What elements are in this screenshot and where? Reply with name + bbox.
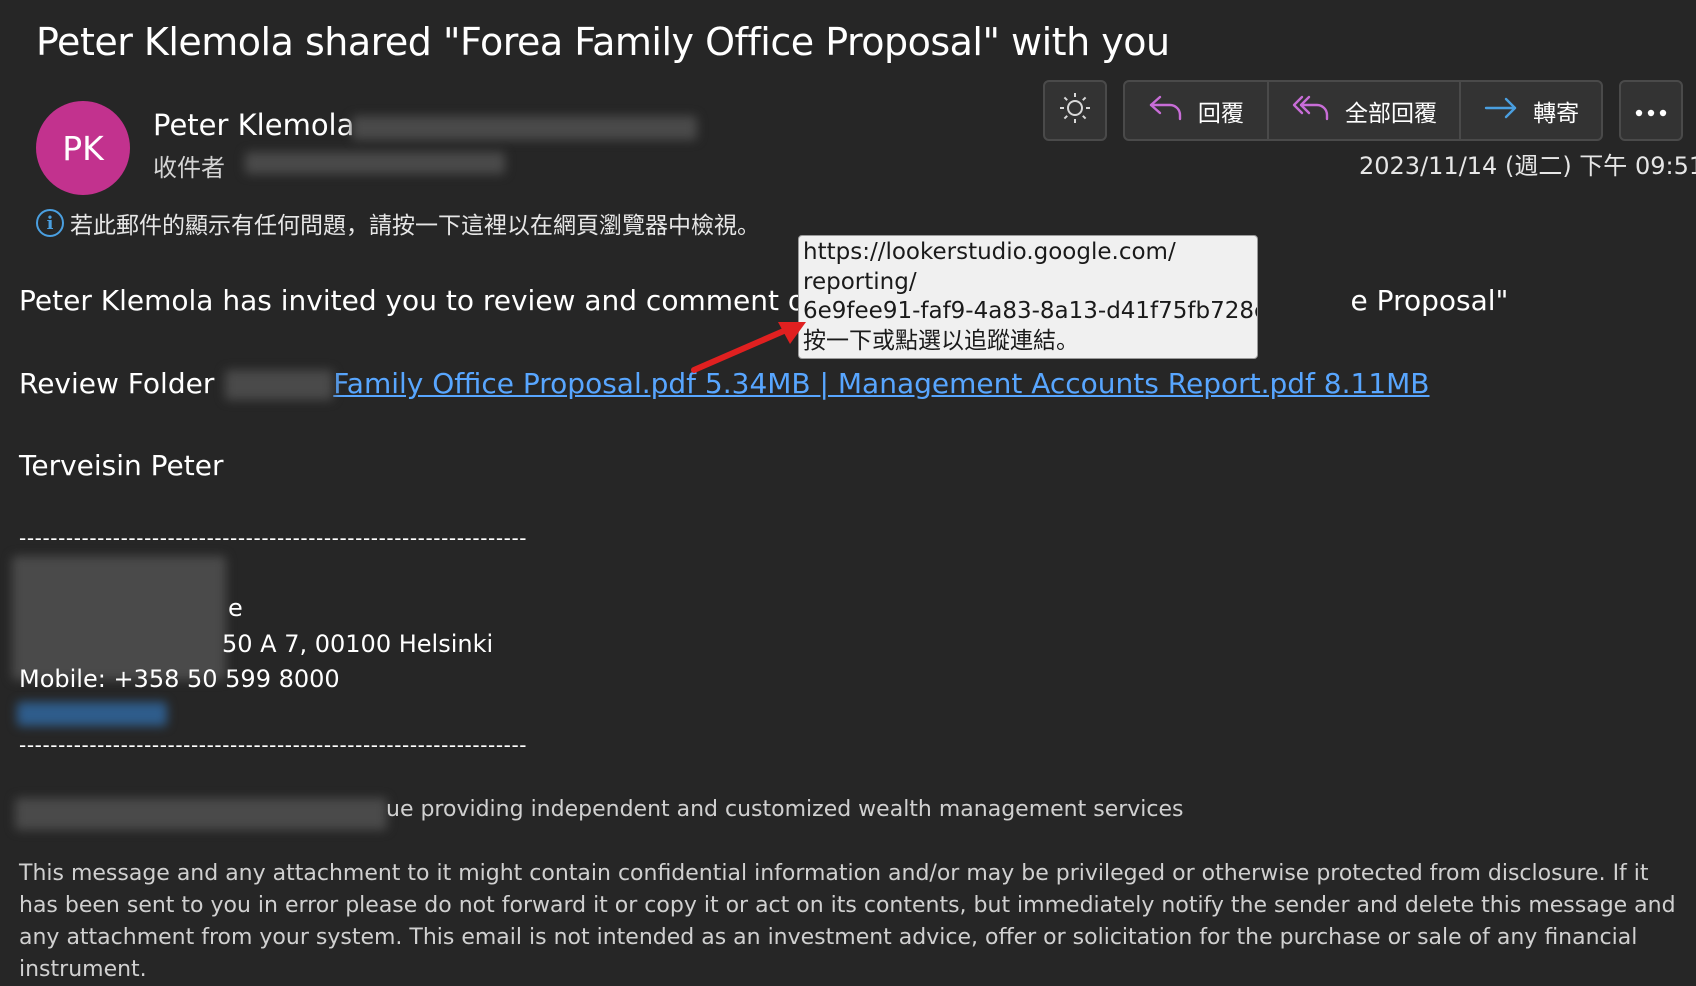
reply-label: 回覆 bbox=[1197, 100, 1244, 127]
invite-tail: e Proposal" bbox=[1350, 284, 1509, 317]
reply-all-label: 全部回覆 bbox=[1344, 100, 1437, 127]
tooltip-url-line-3: 6e9fee91-faf9-4a83-8a13-d41f75fb728c bbox=[803, 298, 1258, 324]
theme-toggle-button[interactable] bbox=[1043, 80, 1107, 141]
reply-all-button[interactable]: 全部回覆 bbox=[1269, 82, 1462, 139]
reply-all-icon bbox=[1291, 93, 1331, 129]
legal-disclaimer: This message and any attachment to it mi… bbox=[19, 861, 1676, 982]
reply-icon bbox=[1148, 93, 1184, 129]
signature-company-tail: e bbox=[228, 594, 243, 622]
forward-button[interactable]: 轉寄 bbox=[1461, 82, 1601, 139]
view-in-browser-notice[interactable]: i 若此郵件的顯示有任何問題，請按一下這裡以在網頁瀏覽器中檢視。 bbox=[36, 206, 760, 240]
sender-name[interactable]: Peter Klemola bbox=[153, 108, 354, 142]
review-folder-link[interactable]: Family Office Proposal.pdf 5.34MB | Mana… bbox=[333, 367, 1429, 400]
more-actions-button[interactable] bbox=[1619, 80, 1683, 141]
reply-button[interactable]: 回覆 bbox=[1125, 82, 1269, 139]
email-date: 2023/11/14 (週二) 下午 09:51 bbox=[1359, 152, 1696, 180]
invite-text: Peter Klemola has invited you to review … bbox=[19, 284, 823, 317]
email-subject: Peter Klemola shared "Forea Family Offic… bbox=[36, 20, 1170, 64]
signature-redacted bbox=[12, 556, 226, 680]
recipient-redacted bbox=[245, 152, 505, 174]
invite-line: Peter Klemola has invited you to review … bbox=[19, 284, 1508, 317]
signature-address: 50 A 7, 00100 Helsinki bbox=[222, 630, 494, 658]
tagline-redacted bbox=[15, 798, 387, 830]
view-in-browser-text: 若此郵件的顯示有任何問題，請按一下這裡以在網頁瀏覽器中檢視。 bbox=[70, 213, 760, 239]
forward-icon bbox=[1483, 95, 1519, 127]
signoff: Terveisin Peter bbox=[19, 449, 224, 482]
sender-email-redacted bbox=[352, 116, 697, 140]
sender-avatar[interactable]: PK bbox=[36, 101, 130, 195]
sun-icon bbox=[1058, 91, 1092, 131]
reply-button-group: 回覆 全部回覆 轉寄 bbox=[1123, 80, 1603, 141]
company-tagline: ue providing independent and customized … bbox=[386, 797, 1184, 822]
tooltip-hint: 按一下或點選以追蹤連結。 bbox=[803, 327, 1079, 354]
tooltip-url-line-2: reporting/ bbox=[803, 268, 917, 295]
info-icon: i bbox=[36, 209, 64, 237]
link-tooltip: https://lookerstudio.google.com/ reporti… bbox=[798, 235, 1258, 359]
signature-divider-bottom: ----------------------------------------… bbox=[19, 733, 528, 757]
review-label: Review Folder bbox=[19, 367, 215, 400]
signature-mobile: Mobile: +358 50 599 8000 bbox=[19, 665, 340, 693]
signature-email-redacted bbox=[17, 702, 167, 726]
annotation-arrow-icon bbox=[691, 322, 806, 373]
tooltip-url-line-1: https://lookerstudio.google.com/ bbox=[803, 239, 1176, 265]
forward-label: 轉寄 bbox=[1533, 100, 1580, 127]
recipient-label: 收件者 bbox=[153, 154, 225, 182]
review-link-redacted bbox=[225, 370, 334, 400]
more-icon bbox=[1634, 98, 1668, 124]
signature-divider-top: ----------------------------------------… bbox=[19, 526, 528, 550]
